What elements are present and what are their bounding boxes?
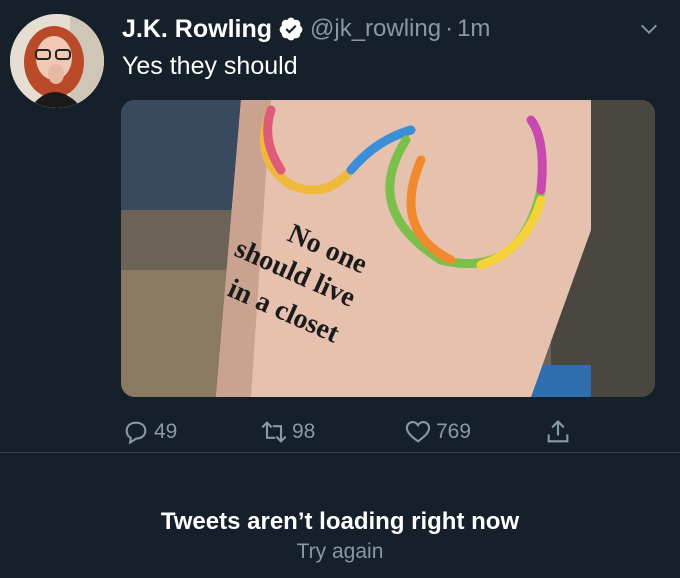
author-name[interactable]: J.K. Rowling [122, 15, 272, 44]
tweet-time[interactable]: 1m [457, 15, 490, 43]
tweet-header: J.K. Rowling @jk_rowling · 1m [122, 12, 660, 46]
verified-badge-icon [279, 17, 303, 41]
reply-count: 49 [154, 420, 178, 443]
loading-error-title: Tweets aren’t loading right now [160, 508, 520, 535]
divider [0, 452, 680, 453]
share-button[interactable] [544, 414, 576, 450]
tweet-actions: 49 98 769 [122, 414, 642, 450]
reply-button[interactable]: 49 [122, 414, 177, 450]
retweet-icon [261, 421, 287, 443]
like-icon [405, 421, 431, 443]
like-button[interactable]: 769 [404, 414, 471, 450]
like-count: 769 [436, 420, 472, 443]
reply-icon [125, 421, 147, 445]
tweet-text: Yes they should [122, 52, 298, 80]
try-again-link[interactable]: Try again [0, 540, 680, 564]
chevron-down-icon[interactable] [638, 18, 660, 40]
avatar[interactable] [10, 14, 104, 108]
tweet-image[interactable]: No one should live in a closet [121, 100, 655, 397]
time-separator: · [445, 15, 454, 42]
retweet-button[interactable]: 98 [260, 414, 315, 450]
author-handle[interactable]: @jk_rowling [310, 15, 441, 43]
retweet-count: 98 [292, 420, 316, 443]
share-icon [547, 420, 569, 443]
